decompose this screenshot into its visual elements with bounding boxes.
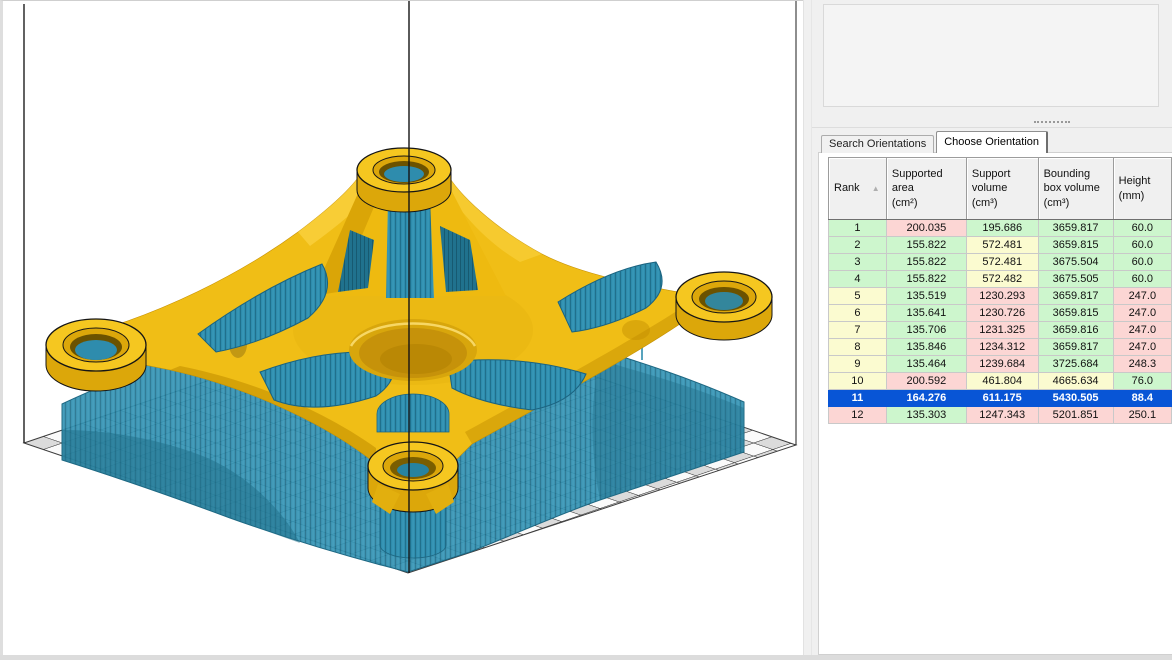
table-cell[interactable]: 611.175: [966, 390, 1038, 407]
table-cell[interactable]: 135.464: [886, 356, 966, 373]
table-cell[interactable]: 7: [829, 322, 887, 339]
table-cell[interactable]: 1234.312: [966, 339, 1038, 356]
table-cell[interactable]: 4665.634: [1038, 373, 1113, 390]
table-row[interactable]: 11164.276611.1755430.50588.4: [829, 390, 1172, 407]
table-cell[interactable]: 135.519: [886, 288, 966, 305]
table-cell[interactable]: 572.482: [966, 271, 1038, 288]
table-cell[interactable]: 135.303: [886, 407, 966, 424]
table-cell[interactable]: 247.0: [1113, 288, 1171, 305]
splitter-grip-icon: [1034, 121, 1070, 123]
tab-content: Rank▲Supported area (cm²)Support volume …: [818, 152, 1172, 655]
table-cell[interactable]: 1239.684: [966, 356, 1038, 373]
table-cell[interactable]: 1247.343: [966, 407, 1038, 424]
table-row[interactable]: 7135.7061231.3253659.816247.0: [829, 322, 1172, 339]
column-header-support-volume[interactable]: Support volume (cm³): [966, 158, 1038, 220]
table-cell[interactable]: 3: [829, 254, 887, 271]
table-body: 1200.035195.6863659.81760.02155.822572.4…: [829, 220, 1172, 424]
table-cell[interactable]: 9: [829, 356, 887, 373]
table-cell[interactable]: 247.0: [1113, 339, 1171, 356]
table-cell[interactable]: 1230.293: [966, 288, 1038, 305]
table-cell[interactable]: 3659.815: [1038, 237, 1113, 254]
tab-choose-orientation[interactable]: Choose Orientation: [936, 131, 1048, 153]
table-cell[interactable]: 3675.504: [1038, 254, 1113, 271]
table-cell[interactable]: 1231.325: [966, 322, 1038, 339]
table-row[interactable]: 6135.6411230.7263659.815247.0: [829, 305, 1172, 322]
table-cell[interactable]: 200.035: [886, 220, 966, 237]
table-cell[interactable]: 3675.505: [1038, 271, 1113, 288]
table-cell[interactable]: 2: [829, 237, 887, 254]
table-cell[interactable]: 5: [829, 288, 887, 305]
table-cell[interactable]: 11: [829, 390, 887, 407]
table-row[interactable]: 4155.822572.4823675.50560.0: [829, 271, 1172, 288]
table-cell[interactable]: 247.0: [1113, 305, 1171, 322]
3d-viewport[interactable]: [0, 0, 803, 655]
table-row[interactable]: 12135.3031247.3435201.851250.1: [829, 407, 1172, 424]
build-scene: [3, 1, 803, 655]
table-cell[interactable]: 195.686: [966, 220, 1038, 237]
table-row[interactable]: 9135.4641239.6843725.684248.3: [829, 356, 1172, 373]
table-cell[interactable]: 3659.817: [1038, 288, 1113, 305]
table-row[interactable]: 1200.035195.6863659.81760.0: [829, 220, 1172, 237]
table-row[interactable]: 3155.822572.4813675.50460.0: [829, 254, 1172, 271]
table-cell[interactable]: 60.0: [1113, 254, 1171, 271]
column-header-height[interactable]: Height (mm): [1113, 158, 1171, 220]
table-cell[interactable]: 12: [829, 407, 887, 424]
table-cell[interactable]: 5201.851: [1038, 407, 1113, 424]
table-cell[interactable]: 135.641: [886, 305, 966, 322]
table-cell[interactable]: 155.822: [886, 254, 966, 271]
table-cell[interactable]: 1: [829, 220, 887, 237]
table-row[interactable]: 2155.822572.4813659.81560.0: [829, 237, 1172, 254]
column-header-rank[interactable]: Rank▲: [829, 158, 887, 220]
table-cell[interactable]: 200.592: [886, 373, 966, 390]
table-cell[interactable]: 6: [829, 305, 887, 322]
options-panel: [823, 4, 1159, 107]
table-cell[interactable]: 250.1: [1113, 407, 1171, 424]
sort-ascending-icon: ▲: [872, 184, 880, 193]
column-header-bounding-box-volume[interactable]: Bounding box volume (cm³): [1038, 158, 1113, 220]
table-cell[interactable]: 135.846: [886, 339, 966, 356]
application-window: Search Orientations Choose Orientation R…: [0, 0, 1172, 660]
table-cell[interactable]: 164.276: [886, 390, 966, 407]
table-cell[interactable]: 572.481: [966, 237, 1038, 254]
table-cell[interactable]: 155.822: [886, 271, 966, 288]
table-cell[interactable]: 3659.816: [1038, 322, 1113, 339]
table-cell[interactable]: 60.0: [1113, 271, 1171, 288]
table-cell[interactable]: 248.3: [1113, 356, 1171, 373]
table-cell[interactable]: 3659.817: [1038, 339, 1113, 356]
table-cell[interactable]: 135.706: [886, 322, 966, 339]
table-row[interactable]: 8135.8461234.3123659.817247.0: [829, 339, 1172, 356]
table-cell[interactable]: 155.822: [886, 237, 966, 254]
table-row[interactable]: 10200.592461.8044665.63476.0: [829, 373, 1172, 390]
bottom-status-strip: [0, 655, 1172, 660]
table-cell[interactable]: 4: [829, 271, 887, 288]
column-header-supported-area[interactable]: Supported area (cm²): [886, 158, 966, 220]
table-cell[interactable]: 76.0: [1113, 373, 1171, 390]
table-cell[interactable]: 60.0: [1113, 237, 1171, 254]
table-cell[interactable]: 572.481: [966, 254, 1038, 271]
horizontal-splitter[interactable]: [812, 117, 1172, 128]
table-header-row: Rank▲Supported area (cm²)Support volume …: [829, 158, 1172, 220]
table-cell[interactable]: 5430.505: [1038, 390, 1113, 407]
tab-search-orientations[interactable]: Search Orientations: [821, 135, 934, 153]
table-cell[interactable]: 8: [829, 339, 887, 356]
table-cell[interactable]: 60.0: [1113, 220, 1171, 237]
tab-bar: Search Orientations Choose Orientation: [821, 132, 1050, 153]
table-cell[interactable]: 10: [829, 373, 887, 390]
table-cell[interactable]: 461.804: [966, 373, 1038, 390]
table-row[interactable]: 5135.5191230.2933659.817247.0: [829, 288, 1172, 305]
orientation-table: Rank▲Supported area (cm²)Support volume …: [828, 157, 1172, 424]
orientation-panel: Search Orientations Choose Orientation R…: [812, 0, 1172, 655]
table-cell[interactable]: 247.0: [1113, 322, 1171, 339]
table-cell[interactable]: 3725.684: [1038, 356, 1113, 373]
panel-splitter[interactable]: [803, 0, 812, 655]
table-cell[interactable]: 3659.817: [1038, 220, 1113, 237]
table-cell[interactable]: 88.4: [1113, 390, 1171, 407]
table-cell[interactable]: 3659.815: [1038, 305, 1113, 322]
table-cell[interactable]: 1230.726: [966, 305, 1038, 322]
